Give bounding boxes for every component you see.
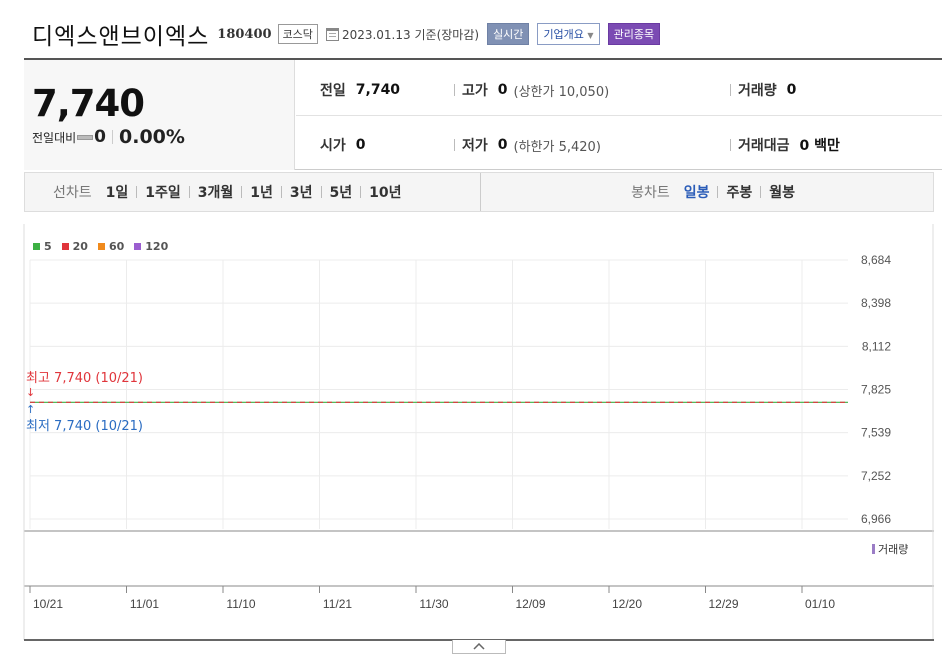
expand-button[interactable] [452, 640, 506, 654]
x-tick-label: 01/10 [805, 597, 835, 611]
arrow-up-icon: ↑ [26, 403, 35, 416]
chevron-up-icon [473, 643, 485, 650]
y-tick-label: 8,398 [861, 296, 891, 310]
x-tick-label: 10/21 [33, 597, 63, 611]
y-tick-label: 7,252 [861, 469, 891, 483]
price-chart: 8,684 8,398 8,112 7,825 7,539 7,252 6,966 10/21… [23, 224, 934, 640]
high-annotation: 최고 7,740 (10/21) [26, 371, 143, 386]
arrow-down-icon: ↓ [26, 386, 35, 399]
y-tick-label: 8,112 [862, 339, 891, 353]
y-tick-label: 8,684 [861, 253, 891, 267]
x-tick-label: 11/30 [419, 597, 448, 611]
x-tick-label: 11/01 [130, 597, 159, 611]
low-annotation: 최저 7,740 (10/21) [26, 419, 143, 434]
volume-legend: 거래량 [872, 541, 908, 557]
x-tick-label: 12/29 [708, 597, 738, 611]
plot-area [24, 258, 934, 531]
volume-swatch [872, 544, 875, 554]
x-tick-label: 12/20 [612, 597, 642, 611]
x-tick-label: 12/09 [515, 597, 545, 611]
y-tick-label: 7,539 [861, 426, 891, 440]
y-tick-label: 7,825 [861, 383, 891, 397]
x-tick-label: 11/21 [323, 597, 352, 611]
x-tick-label: 11/10 [226, 597, 255, 611]
y-tick-label: 6,966 [861, 512, 891, 526]
